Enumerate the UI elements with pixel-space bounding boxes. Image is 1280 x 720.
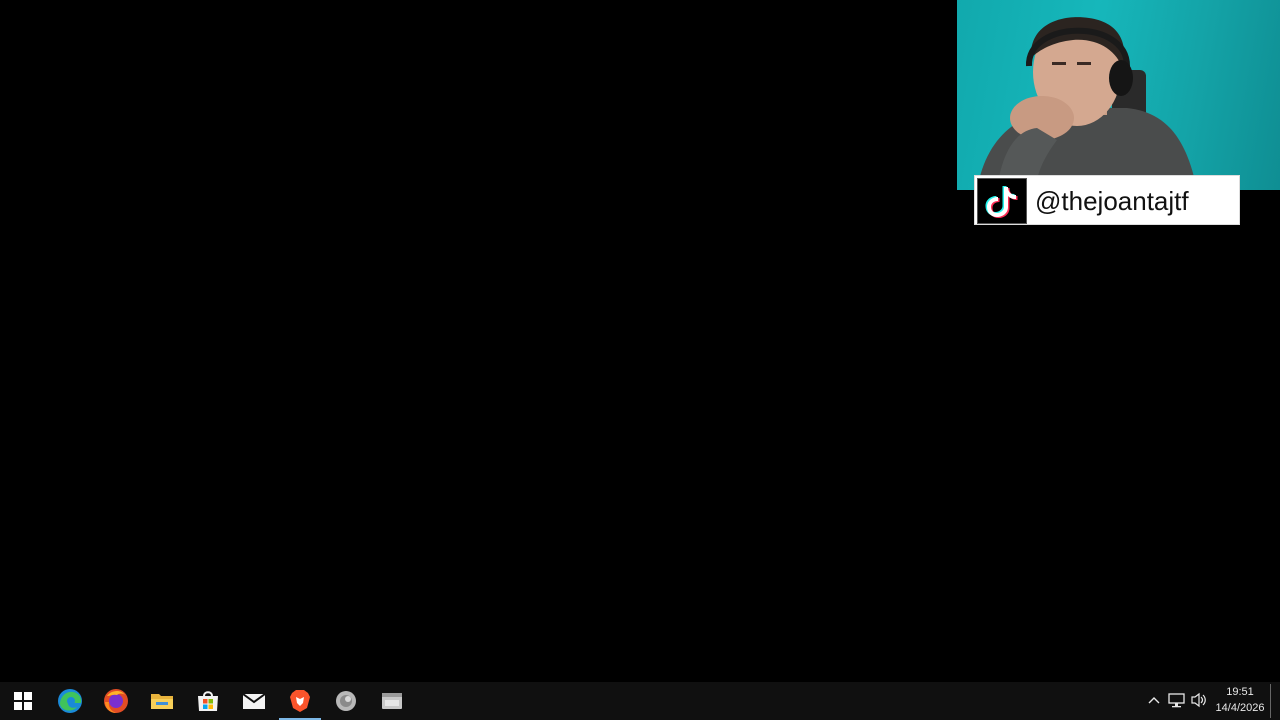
taskbar-mail-button[interactable] [231,682,277,720]
taskbar-brave-button[interactable] [277,682,323,720]
start-button[interactable] [0,682,46,720]
show-desktop-button[interactable] [1270,684,1271,718]
windows-start-icon [14,692,32,710]
tiktok-handle-badge: @thejoantajtf [974,175,1240,225]
tiktok-logo-icon [977,178,1027,224]
edge-icon [58,689,82,713]
network-icon [1168,693,1185,708]
clock-date: 14/4/2026 [1215,702,1265,714]
taskbar-edge-button[interactable] [47,682,93,720]
taskbar-firefox-button[interactable] [93,682,139,720]
mail-icon [242,693,266,709]
clock[interactable]: 19:51 14/4/2026 [1208,684,1272,718]
chevron-up-icon [1148,697,1160,704]
webcam-overlay [957,0,1280,190]
clock-time: 19:51 [1226,686,1254,698]
volume-button[interactable] [1189,690,1209,710]
folder-icon [151,694,173,709]
show-hidden-icons-button[interactable] [1144,690,1164,710]
volume-icon [1191,692,1206,708]
tiktok-handle-text: @thejoantajtf [1035,186,1189,216]
taskbar-file-explorer-button[interactable] [139,682,185,720]
gray-window-icon [382,693,402,709]
network-button[interactable] [1167,690,1187,710]
firefox-icon [104,689,128,713]
taskbar-window-app-button[interactable] [369,682,415,720]
gray-app-icon [336,691,356,711]
taskbar-store-button[interactable] [185,682,231,720]
brave-icon [290,690,310,712]
taskbar [0,682,1280,720]
streamer-figure [977,17,1197,190]
store-icon [198,691,218,711]
taskbar-app-button[interactable] [323,682,369,720]
